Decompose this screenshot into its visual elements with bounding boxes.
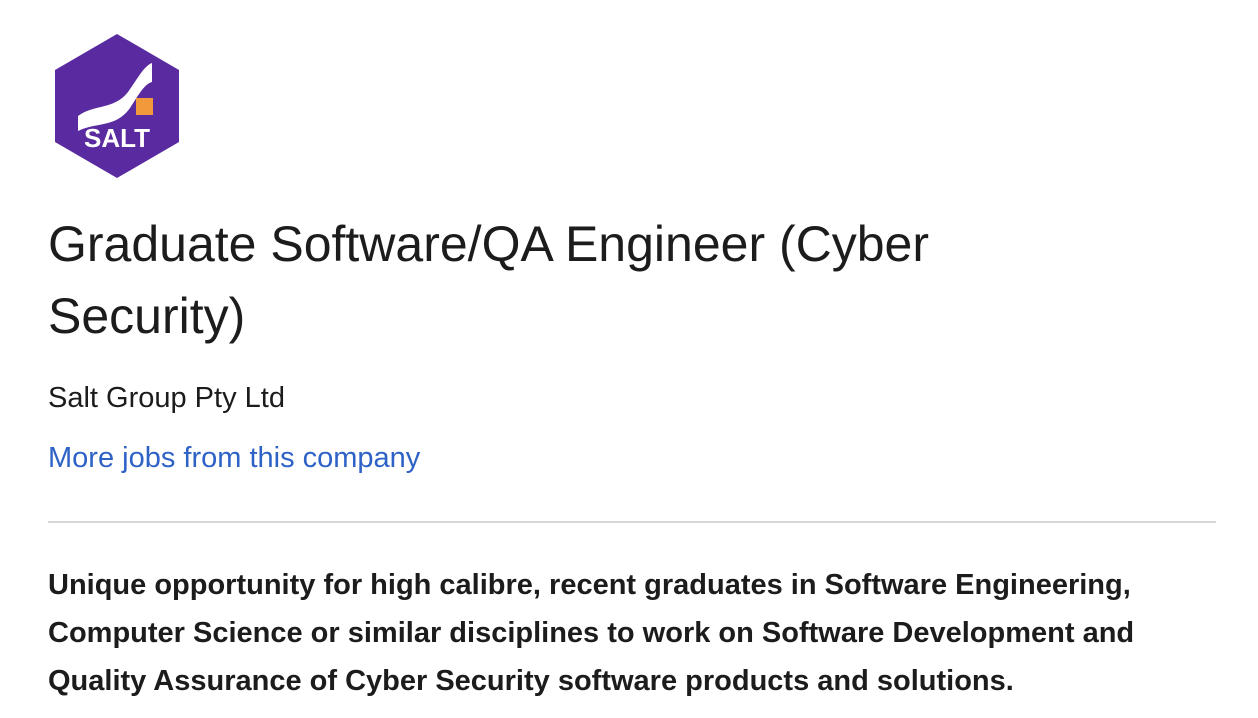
company-logo: SALT	[52, 32, 182, 180]
job-title: Graduate Software/QA Engineer (Cyber Sec…	[48, 216, 930, 344]
salt-logo-icon: SALT	[55, 34, 179, 178]
job-summary: Unique opportunity for high calibre, rec…	[48, 569, 1135, 697]
company-name: Salt Group Pty Ltd	[48, 382, 285, 414]
logo-wordmark: SALT	[84, 123, 150, 153]
job-detail-page: SALT Graduate Software/QA Engineer (Cybe…	[0, 0, 1258, 718]
more-jobs-link[interactable]: More jobs from this company	[48, 439, 420, 477]
section-divider	[48, 521, 1216, 523]
